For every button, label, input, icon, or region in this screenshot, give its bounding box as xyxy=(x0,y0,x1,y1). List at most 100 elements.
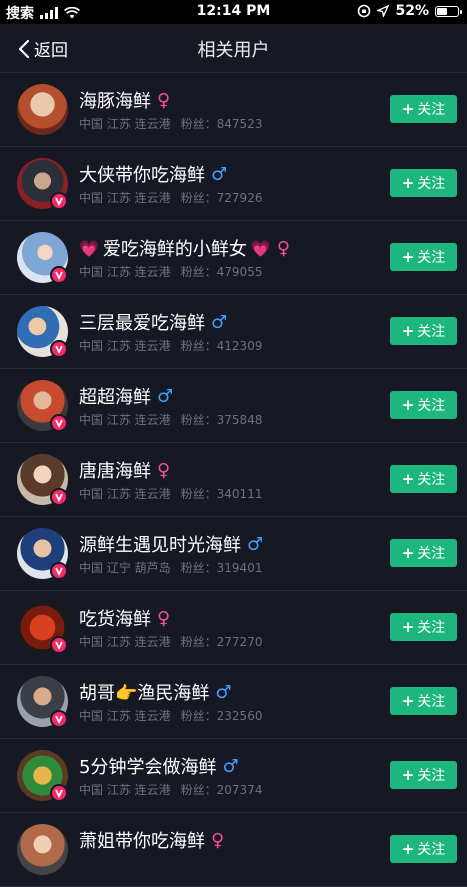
follow-label: 关注 xyxy=(417,398,446,414)
fans-count: 粉丝：207374 xyxy=(180,783,263,797)
navigation-bar: 返回 相关用户 xyxy=(0,24,467,73)
user-list: 💗 海豚海鲜 💗 ♀ 中国 江苏 连云港粉丝：847523 +关注 💗 大侠带你… xyxy=(0,73,467,887)
avatar[interactable] xyxy=(17,84,68,135)
user-location: 中国 江苏 连云港 xyxy=(79,191,171,205)
user-list-item[interactable]: 💗 胡哥👉渔民海鲜 💗 ♂ 中国 江苏 连云港粉丝：232560 +关注 xyxy=(0,665,467,739)
user-location: 中国 江苏 连云港 xyxy=(79,265,171,279)
user-location: 中国 江苏 连云港 xyxy=(79,117,171,131)
user-meta xyxy=(79,855,89,869)
fans-count: 粉丝：319401 xyxy=(180,561,263,575)
follow-label: 关注 xyxy=(417,694,446,710)
heart-emoji-icon: 💗 xyxy=(250,238,271,258)
user-meta: 中国 江苏 连云港 粉丝：375848 xyxy=(79,411,262,428)
rotation-lock-icon xyxy=(358,4,371,18)
plus-icon: + xyxy=(401,618,415,636)
user-meta: 中国 江苏 连云港 粉丝：412309 xyxy=(79,337,262,354)
verified-badge-icon xyxy=(50,562,68,580)
female-icon: ♀ xyxy=(157,459,171,481)
verified-badge-icon xyxy=(50,266,68,284)
follow-button[interactable]: + 关注 xyxy=(390,539,457,567)
user-list-item[interactable]: 💗 爱吃海鲜的小鲜女 💗 ♀ 中国 江苏 连云港 粉丝：479055 + 关注 xyxy=(0,221,467,295)
user-name: 萧姐带你吃海鲜 xyxy=(79,831,205,852)
user-name: 超超海鲜 xyxy=(79,387,151,408)
user-meta: 中国 江苏 连云港 粉丝：207374 xyxy=(79,781,262,798)
heart-emoji-icon: 💗 xyxy=(79,238,99,258)
user-name: 唐唐海鲜 xyxy=(79,461,151,482)
verified-badge-icon xyxy=(50,488,68,506)
follow-button[interactable]: + 关注 xyxy=(390,761,457,789)
avatar[interactable] xyxy=(17,824,68,875)
user-list-item[interactable]: 💗 三层最爱吃海鲜 💗 ♂ 中国 江苏 连云港粉丝：412309 +关注 xyxy=(0,295,467,369)
fans-count: 粉丝：340111 xyxy=(180,487,263,501)
plus-icon: + xyxy=(401,396,415,414)
status-right: 52% xyxy=(357,3,462,19)
plus-icon: + xyxy=(401,100,415,118)
female-icon: ♀ xyxy=(157,89,171,111)
male-icon: ♂ xyxy=(215,681,232,703)
verified-badge-icon xyxy=(50,710,68,728)
user-name: 吃货海鲜 xyxy=(79,609,151,630)
follow-label: 关注 xyxy=(417,472,446,488)
follow-label: 关注 xyxy=(417,176,446,192)
user-list-item[interactable]: 💗 源鲜生遇见时光海鲜 💗 ♂ 中国 辽宁 葫芦岛粉丝：319401 +关注 xyxy=(0,517,467,591)
fans-count: 粉丝：375848 xyxy=(180,413,263,427)
plus-icon: + xyxy=(401,544,415,562)
user-list-item[interactable]: 💗 超超海鲜 💗 ♂ 中国 江苏 连云港粉丝：375848 +关注 xyxy=(0,369,467,443)
user-location: 中国 江苏 连云港 xyxy=(79,413,171,427)
verified-badge-icon xyxy=(50,414,68,432)
user-name: 大侠带你吃海鲜 xyxy=(79,165,205,186)
male-icon: ♂ xyxy=(222,755,239,777)
user-list-item[interactable]: 💗 吃货海鲜 💗 ♀ 中国 江苏 连云港粉丝：277270 +关注 xyxy=(0,591,467,665)
follow-label: 关注 xyxy=(417,620,446,636)
follow-button[interactable]: + 关注 xyxy=(390,835,457,863)
follow-label: 关注 xyxy=(417,250,446,266)
plus-icon: + xyxy=(401,840,415,858)
user-list-item[interactable]: 💗 大侠带你吃海鲜 💗 ♂ 中国 江苏 连云港粉丝：727926 +关注 xyxy=(0,147,467,221)
fans-count: 粉丝：232560 xyxy=(180,709,263,723)
fans-count: 粉丝：479055 xyxy=(180,265,263,279)
fans-count: 粉丝：412309 xyxy=(180,339,263,353)
follow-button[interactable]: + 关注 xyxy=(390,317,457,345)
location-arrow-icon xyxy=(377,5,390,17)
battery-icon xyxy=(435,5,462,17)
fans-count: 粉丝：727926 xyxy=(180,191,263,205)
user-list-item[interactable]: 💗 唐唐海鲜 💗 ♀ 中国 江苏 连云港粉丝：340111 +关注 xyxy=(0,443,467,517)
follow-button[interactable]: + 关注 xyxy=(390,465,457,493)
follow-label: 关注 xyxy=(417,324,446,340)
battery-percent: 52% xyxy=(395,3,429,19)
user-name: 5分钟学会做海鲜 xyxy=(79,757,217,778)
male-icon: ♂ xyxy=(157,385,174,407)
user-list-item[interactable]: 💗 5分钟学会做海鲜 💗 ♂ 中国 江苏 连云港粉丝：207374 +关注 xyxy=(0,739,467,813)
follow-button[interactable]: + 关注 xyxy=(390,687,457,715)
user-list-item[interactable]: 💗 海豚海鲜 💗 ♀ 中国 江苏 连云港粉丝：847523 +关注 xyxy=(0,73,467,147)
follow-button[interactable]: + 关注 xyxy=(390,391,457,419)
male-icon: ♂ xyxy=(211,311,228,333)
male-icon: ♂ xyxy=(247,533,264,555)
status-bar: 搜索 12:14 PM 52% xyxy=(0,0,467,24)
fans-count: 粉丝：847523 xyxy=(180,117,263,131)
plus-icon: + xyxy=(401,766,415,784)
fans-count: 粉丝：277270 xyxy=(180,635,263,649)
user-location: 中国 江苏 连云港 xyxy=(79,339,171,353)
follow-button[interactable]: + 关注 xyxy=(390,613,457,641)
plus-icon: + xyxy=(401,322,415,340)
follow-button[interactable]: + 关注 xyxy=(390,243,457,271)
user-location: 中国 江苏 连云港 xyxy=(79,635,171,649)
follow-button[interactable]: + 关注 xyxy=(390,169,457,197)
user-name: 海豚海鲜 xyxy=(79,91,151,112)
follow-label: 关注 xyxy=(417,102,446,118)
female-icon: ♀ xyxy=(211,829,225,851)
follow-label: 关注 xyxy=(417,842,446,858)
verified-badge-icon xyxy=(50,636,68,654)
plus-icon: + xyxy=(401,470,415,488)
user-meta: 中国 江苏 连云港 粉丝：277270 xyxy=(79,633,262,650)
user-list-item[interactable]: 💗 萧姐带你吃海鲜 💗 ♀ +关注 xyxy=(0,813,467,887)
verified-badge-icon xyxy=(50,340,68,358)
female-icon: ♀ xyxy=(276,237,291,259)
user-name: 爱吃海鲜的小鲜女 xyxy=(102,239,247,260)
user-meta: 中国 江苏 连云港 粉丝：232560 xyxy=(79,707,262,724)
user-location: 中国 辽宁 葫芦岛 xyxy=(79,561,171,575)
follow-button[interactable]: + 关注 xyxy=(390,95,457,123)
user-meta: 中国 江苏 连云港 粉丝：340111 xyxy=(79,485,262,502)
follow-label: 关注 xyxy=(417,768,446,784)
